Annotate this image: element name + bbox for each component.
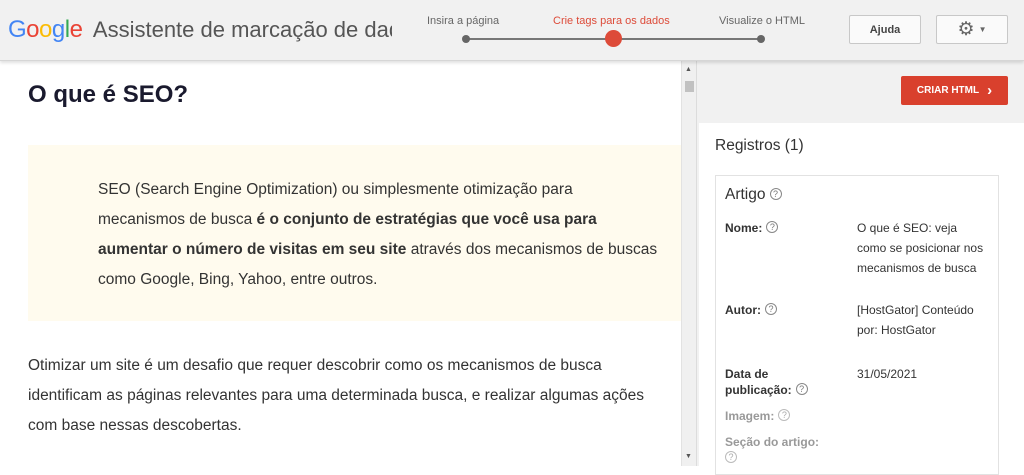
article-title[interactable]: O que é SEO? bbox=[28, 81, 188, 109]
help-icon[interactable]: ? bbox=[778, 409, 791, 421]
google-logo: Google bbox=[8, 16, 83, 43]
field-author-label: Autor:? bbox=[725, 302, 835, 318]
field-section-label-text: Seção do artigo: bbox=[725, 435, 820, 449]
create-html-label: CRIAR HTML bbox=[916, 85, 980, 96]
field-author-value[interactable]: [HostGator] Conteúdo por: HostGator bbox=[857, 300, 987, 340]
logo-letter: g bbox=[51, 16, 65, 43]
help-icon[interactable]: ? bbox=[769, 188, 782, 200]
callout-text[interactable]: SEO (Search Engine Optimization) ou simp… bbox=[98, 175, 658, 295]
settings-button[interactable]: ⚙ ▼ bbox=[936, 15, 1008, 44]
top-bar: Google Assistente de marcação de dados I… bbox=[0, 0, 1024, 61]
tagging-panel: CRIAR HTML › Registros (1) Artigo? Nome:… bbox=[696, 61, 1024, 475]
step-dot-view-html[interactable] bbox=[757, 35, 765, 43]
field-date-label: Data de publicação:? bbox=[725, 366, 825, 398]
step-label-create-tags[interactable]: Crie tags para os dados bbox=[553, 15, 670, 27]
step-dot-create-tags[interactable] bbox=[605, 30, 622, 47]
help-icon[interactable]: ? bbox=[766, 221, 779, 233]
page-preview: O que é SEO? SEO (Search Engine Optimiza… bbox=[0, 61, 681, 466]
step-dot-insert-page[interactable] bbox=[462, 35, 470, 43]
records-title: Registros (1) bbox=[715, 137, 804, 154]
scroll-down-arrow-icon[interactable]: ▼ bbox=[685, 453, 692, 460]
help-button[interactable]: Ajuda bbox=[849, 15, 921, 44]
chevron-right-icon: › bbox=[987, 82, 993, 99]
help-icon[interactable]: ? bbox=[725, 451, 737, 463]
caret-down-icon: ▼ bbox=[978, 24, 987, 34]
field-section-label: Seção do artigo:? bbox=[725, 434, 845, 466]
step-label-insert-page[interactable]: Insira a página bbox=[427, 15, 499, 27]
logo-letter: o bbox=[39, 16, 52, 43]
logo-letter: e bbox=[69, 16, 83, 43]
help-icon[interactable]: ? bbox=[765, 303, 777, 315]
brand: Google Assistente de marcação de dados bbox=[8, 16, 392, 46]
record-type-title: Artigo? bbox=[725, 186, 782, 204]
field-name-label: Nome:? bbox=[725, 220, 835, 236]
scroll-thumb[interactable] bbox=[685, 81, 694, 92]
create-html-button[interactable]: CRIAR HTML › bbox=[901, 76, 1008, 105]
preview-scrollbar[interactable]: ▲ ▼ bbox=[681, 61, 696, 466]
logo-letter: G bbox=[8, 16, 27, 43]
record-card: Artigo? Nome:? O que é SEO: veja como se… bbox=[715, 175, 999, 475]
records-panel: Registros (1) Artigo? Nome:? O que é SEO… bbox=[699, 123, 1024, 475]
progress-stepper: Insira a página Crie tags para os dados … bbox=[418, 10, 818, 50]
record-type-label: Artigo bbox=[725, 186, 766, 203]
field-image-label-text: Imagem: bbox=[725, 409, 775, 423]
field-author-label-text: Autor: bbox=[725, 303, 761, 317]
field-name-value[interactable]: O que é SEO: veja como se posicionar nos… bbox=[857, 218, 987, 278]
field-date-value[interactable]: 31/05/2021 bbox=[857, 364, 987, 384]
field-name-label-text: Nome: bbox=[725, 221, 763, 235]
logo-letter: o bbox=[26, 16, 40, 43]
callout-box: SEO (Search Engine Optimization) ou simp… bbox=[28, 145, 681, 321]
app-title: Assistente de marcação de dados bbox=[92, 17, 392, 42]
article-paragraph[interactable]: Otimizar um site é um desafio que requer… bbox=[28, 351, 676, 441]
scroll-up-arrow-icon[interactable]: ▲ bbox=[685, 66, 692, 73]
help-icon[interactable]: ? bbox=[795, 383, 808, 395]
field-date-label-text: Data de publicação: bbox=[725, 367, 792, 397]
gear-icon: ⚙ bbox=[957, 19, 975, 40]
step-label-view-html[interactable]: Visualize o HTML bbox=[719, 15, 805, 27]
field-image-label: Imagem:? bbox=[725, 408, 835, 424]
